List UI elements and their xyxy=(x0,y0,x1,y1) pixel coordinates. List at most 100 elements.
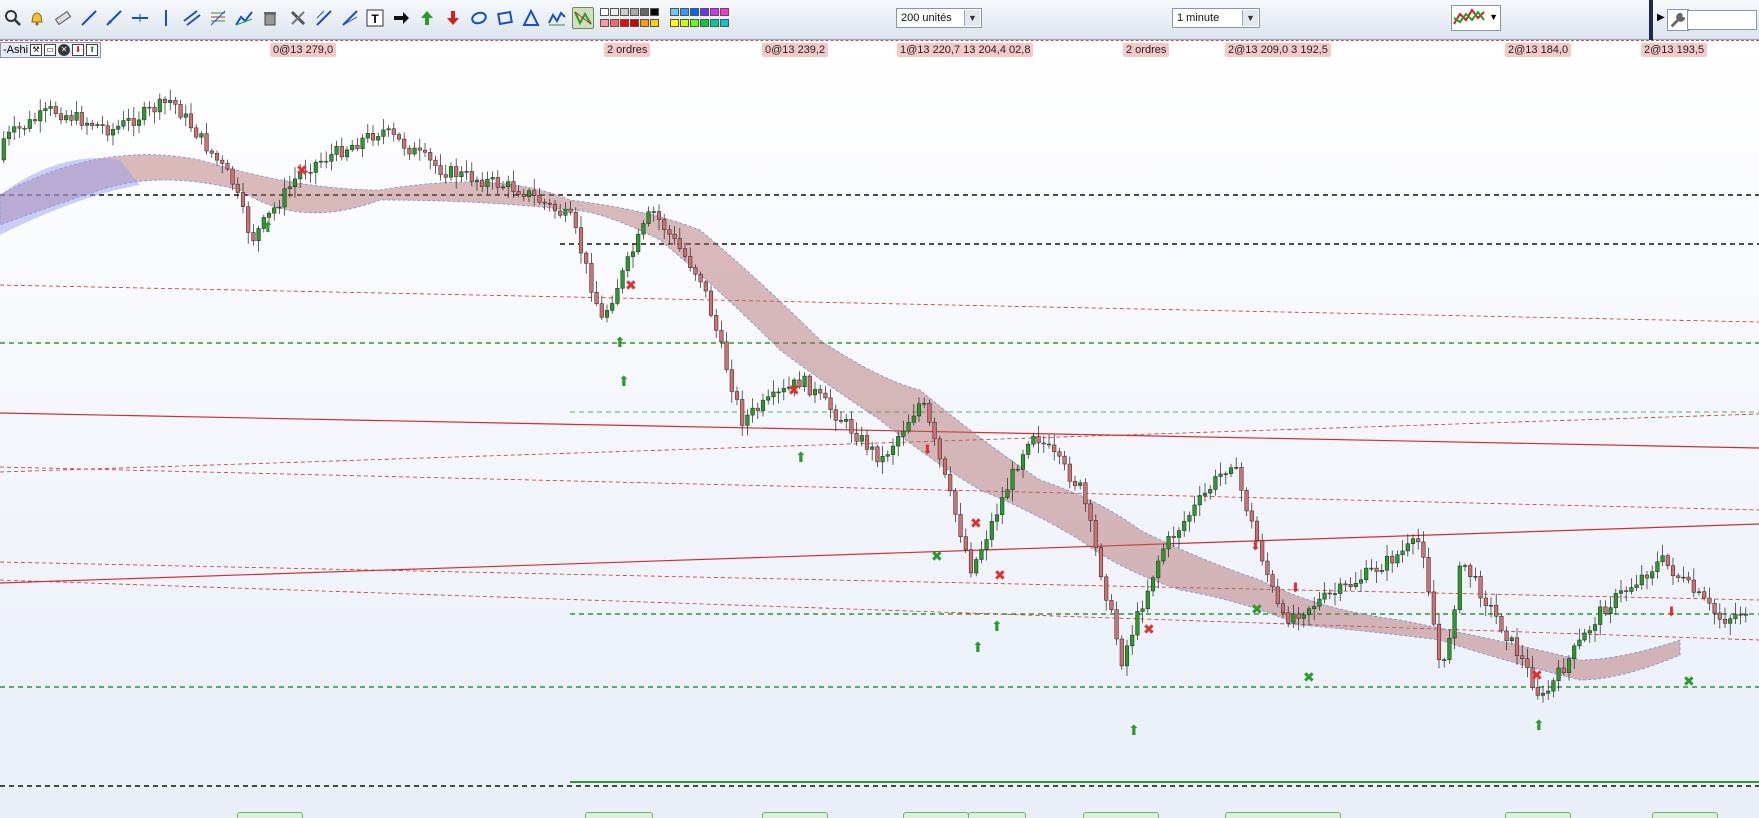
arrow-down-icon[interactable]: ⬇ xyxy=(72,44,85,56)
gann-icon[interactable] xyxy=(233,7,255,29)
color-swatch[interactable] xyxy=(600,19,609,27)
ichimoku-cloud-bull xyxy=(0,158,140,235)
order-label[interactable]: 2@13 193,5 xyxy=(1641,43,1708,57)
vertical-line-icon[interactable] xyxy=(155,7,177,29)
color-swatch[interactable] xyxy=(690,8,699,16)
candle-body xyxy=(110,129,116,136)
color-swatch[interactable] xyxy=(710,8,719,16)
candle-body xyxy=(1665,555,1670,567)
color-swatch[interactable] xyxy=(700,19,709,27)
candle-body xyxy=(272,207,277,214)
bottom-tab[interactable] xyxy=(1652,812,1718,818)
arrow-up-icon[interactable]: ⬆ xyxy=(86,44,99,56)
order-label[interactable]: 2 ordres xyxy=(1123,43,1170,57)
color-swatch[interactable] xyxy=(610,8,619,16)
candle-body xyxy=(708,290,714,316)
color-swatch[interactable] xyxy=(640,8,649,16)
period-select[interactable]: 200 unités ▼ xyxy=(896,8,982,28)
line-icon[interactable] xyxy=(78,7,100,29)
bottom-tab[interactable] xyxy=(237,812,303,818)
wrench-icon[interactable]: ⚒ xyxy=(30,44,43,56)
parallel-channel-icon[interactable] xyxy=(181,7,203,29)
magnifier-icon[interactable] xyxy=(2,7,24,29)
ray-icon[interactable] xyxy=(103,7,125,29)
tools-icon[interactable] xyxy=(287,7,309,29)
color-swatch[interactable] xyxy=(680,8,689,16)
close-icon[interactable]: ✕ xyxy=(58,44,71,56)
ruler-icon[interactable] xyxy=(52,7,74,29)
color-swatch[interactable] xyxy=(720,19,729,27)
rectangle-icon[interactable] xyxy=(494,7,516,29)
bottom-tab[interactable] xyxy=(585,812,653,818)
candle-body xyxy=(1603,606,1608,614)
chart-canvas[interactable]: ⬆ ⬆ ⬆ ⬆ ⬆ ⬆ ⬆ ⬆ ✖ ✖ ✖ ✖ ✖ ✖ ✖ ✖ ✖ ✖ ✖ ⬇ ⬇ ⬇ ⬇ xyxy=(0,40,1759,818)
fan-icon[interactable] xyxy=(339,7,361,29)
color-swatch[interactable] xyxy=(630,19,639,27)
search-input[interactable] xyxy=(1687,10,1757,30)
order-label[interactable]: 0@13 239,2 xyxy=(762,43,829,57)
color-swatch[interactable] xyxy=(620,19,629,27)
candle-body xyxy=(480,179,485,187)
wave-icon[interactable] xyxy=(546,7,568,29)
color-swatch[interactable] xyxy=(620,8,629,16)
collapse-arrow-icon[interactable]: ▶ xyxy=(1657,12,1665,23)
order-label[interactable]: 0@13 279,0 xyxy=(270,43,337,57)
chart-indicator-tag[interactable]: -Ashi ⚒ ▭ ✕ ⬇ ⬆ xyxy=(0,42,102,58)
color-swatch[interactable] xyxy=(610,19,619,27)
candle-body xyxy=(994,514,1000,522)
chart-type-button[interactable]: ▼ xyxy=(1451,5,1501,31)
bottom-tab[interactable] xyxy=(762,812,828,818)
arrow-up-icon[interactable] xyxy=(416,7,438,29)
color-swatch[interactable] xyxy=(720,8,729,16)
exit-cross-marker: ✖ xyxy=(1303,670,1315,686)
color-swatch[interactable] xyxy=(710,19,719,27)
color-swatch[interactable] xyxy=(640,19,649,27)
candle-body xyxy=(1140,608,1145,612)
bottom-tab[interactable] xyxy=(903,812,969,818)
zigzag-icon[interactable] xyxy=(572,7,594,29)
candle-body xyxy=(251,232,256,242)
triangle-icon[interactable] xyxy=(520,7,542,29)
order-label[interactable]: 1@13 220,7 13 204,4 02,8 xyxy=(897,43,1034,57)
candle-body xyxy=(474,179,480,182)
candle-body xyxy=(162,98,168,103)
candle-body xyxy=(1078,482,1083,486)
order-label[interactable]: 2@13 184,0 xyxy=(1505,43,1572,57)
color-swatch[interactable] xyxy=(690,19,699,27)
text-icon[interactable]: T xyxy=(364,7,386,29)
candle-body xyxy=(1624,590,1629,592)
bottom-tab[interactable] xyxy=(1505,812,1571,818)
color-swatch[interactable] xyxy=(650,19,659,27)
price-chart[interactable]: ⬆ ⬆ ⬆ ⬆ ⬆ ⬆ ⬆ ⬆ ✖ ✖ ✖ ✖ ✖ ✖ ✖ ✖ ✖ ✖ ✖ ⬇ ⬇ ⬇ ⬇ -Ashi ⚒ ▭ ✕ ⬇ ⬆ … xyxy=(0,40,1759,818)
color-swatch[interactable] xyxy=(680,19,689,27)
arrow-right-icon[interactable] xyxy=(390,7,412,29)
window-icon[interactable]: ▭ xyxy=(44,44,57,56)
bottom-tab[interactable] xyxy=(1225,812,1341,818)
order-label[interactable]: 2@13 209,0 3 192,5 xyxy=(1225,43,1331,57)
trash-icon[interactable] xyxy=(259,7,281,29)
wrench-icon[interactable] xyxy=(1667,9,1689,31)
color-swatch[interactable] xyxy=(650,8,659,16)
color-palette[interactable] xyxy=(600,6,754,32)
color-swatch[interactable] xyxy=(700,8,709,16)
candle-body xyxy=(116,125,121,130)
color-swatch[interactable] xyxy=(670,19,679,27)
candle-body xyxy=(1686,576,1691,581)
candle-body xyxy=(402,138,407,149)
candle-body xyxy=(922,402,927,405)
interval-select[interactable]: 1 minute ▼ xyxy=(1172,8,1260,28)
bell-icon[interactable] xyxy=(26,7,48,29)
color-swatch[interactable] xyxy=(600,8,609,16)
bottom-tab[interactable] xyxy=(1083,812,1159,818)
horizontal-line-icon[interactable] xyxy=(129,7,151,29)
regression-icon[interactable] xyxy=(313,7,335,29)
ellipse-icon[interactable] xyxy=(468,7,490,29)
candle-body xyxy=(1400,550,1405,555)
fibonacci-icon[interactable] xyxy=(207,7,229,29)
color-swatch[interactable] xyxy=(670,8,679,16)
candle-body xyxy=(1176,530,1182,538)
color-swatch[interactable] xyxy=(630,8,639,16)
arrow-down-icon[interactable] xyxy=(442,7,464,29)
order-label[interactable]: 2 ordres xyxy=(604,43,651,57)
bottom-tab[interactable] xyxy=(968,812,1026,818)
